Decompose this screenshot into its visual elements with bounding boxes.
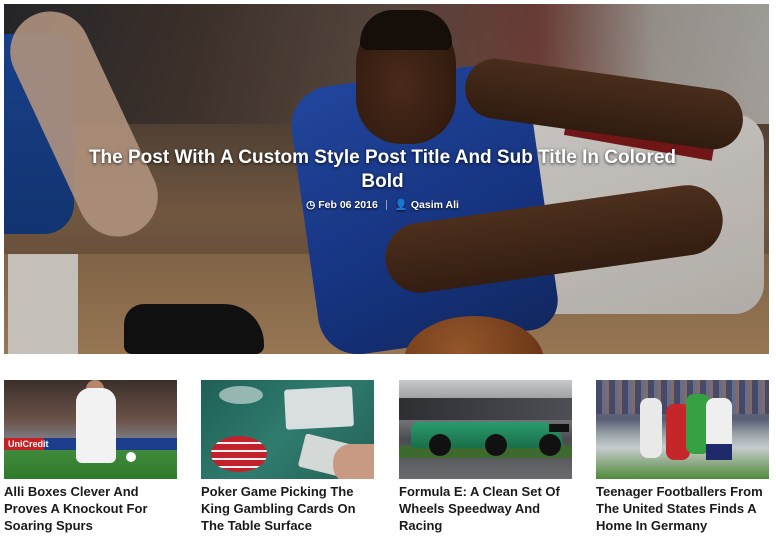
- thumb-player: [76, 388, 116, 463]
- post-card-title[interactable]: Alli Boxes Clever And Proves A Knockout …: [4, 483, 177, 534]
- post-card-title[interactable]: Formula E: A Clean Set Of Wheels Speedwa…: [399, 483, 572, 534]
- post-date-text: Feb 06 2016: [318, 199, 378, 211]
- post-card-thumbnail[interactable]: [596, 380, 769, 479]
- post-card-title[interactable]: Teenager Footballers From The United Sta…: [596, 483, 769, 534]
- post-card: Formula E: A Clean Set Of Wheels Speedwa…: [399, 380, 572, 534]
- meta-divider: [385, 200, 387, 211]
- post-card-thumbnail[interactable]: UniCredit: [4, 380, 177, 479]
- post-card-thumbnail[interactable]: [201, 380, 374, 479]
- thumb-hand: [333, 444, 374, 479]
- thumb-car-wing: [549, 424, 569, 432]
- thumb-chips-blurred: [219, 386, 263, 404]
- post-card-thumbnail[interactable]: [399, 380, 572, 479]
- post-date: ◷ Feb 06 2016: [306, 199, 378, 211]
- post-card: Teenager Footballers From The United Sta…: [596, 380, 769, 534]
- thumb-player: [640, 398, 662, 458]
- thumb-football: [126, 452, 136, 462]
- post-card: Poker Game Picking The King Gambling Car…: [201, 380, 374, 534]
- featured-post-title[interactable]: The Post With A Custom Style Post Title …: [80, 146, 685, 194]
- thumb-wheel: [429, 434, 451, 456]
- thumb-wheel: [539, 434, 561, 456]
- post-author[interactable]: 👤 Qasim Ali: [395, 198, 459, 211]
- thumb-grandstand: [399, 398, 572, 420]
- thumb-poker-chips: [211, 436, 267, 472]
- thumb-playing-card: [283, 386, 355, 430]
- thumb-wheel: [485, 434, 507, 456]
- clock-icon: ◷: [306, 199, 316, 211]
- post-card-title[interactable]: Poker Game Picking The King Gambling Car…: [201, 483, 374, 534]
- featured-post-meta: ◷ Feb 06 2016 👤 Qasim Ali: [80, 198, 685, 211]
- user-icon: 👤: [394, 199, 408, 211]
- thumb-ad-banner-text: UniCredit: [8, 439, 49, 449]
- post-card: UniCredit Alli Boxes Clever And Proves A…: [4, 380, 177, 534]
- thumb-player-shorts: [706, 444, 732, 460]
- post-author-text[interactable]: Qasim Ali: [411, 199, 459, 211]
